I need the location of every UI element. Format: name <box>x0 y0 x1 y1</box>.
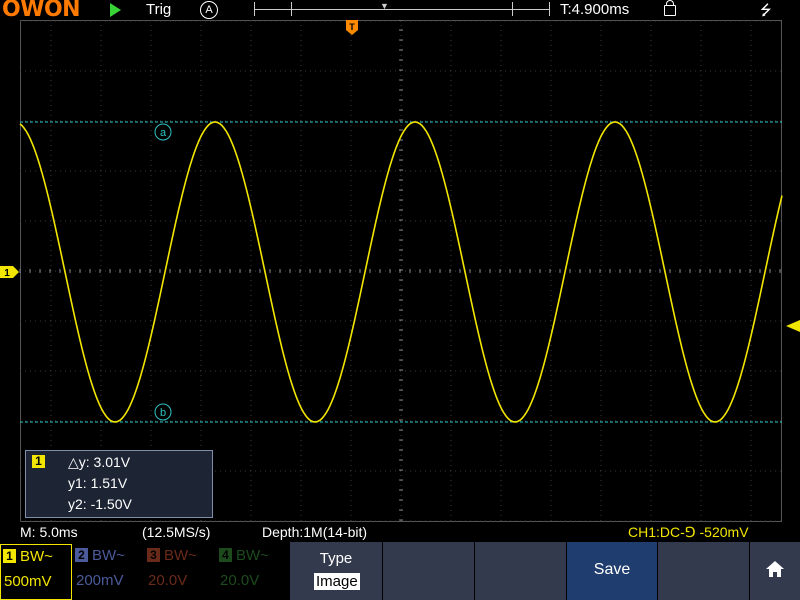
channel-3-button[interactable]: 3 BW~ 20.0V <box>145 544 215 598</box>
time-offset-readout: T:4.900ms <box>560 1 630 18</box>
trigger-marker-icon: T <box>346 20 358 35</box>
status-line: M: 5.0ms (12.5MS/s) Depth:1M(14-bit) CH1… <box>0 524 800 542</box>
cursor-b-label: b <box>160 407 166 419</box>
bottom-menu: 1 BW~ 500mV 2 BW~ 200mV 3 BW~ 20.0V 4 BW… <box>0 542 800 600</box>
volts-per-div: 20.0V <box>220 572 260 589</box>
save-button[interactable]: Save <box>566 542 657 600</box>
home-button[interactable] <box>749 542 800 600</box>
volts-per-div: 200mV <box>76 572 124 589</box>
lock-icon <box>664 0 676 16</box>
channel-number: 1 <box>3 549 16 563</box>
channel-4-button[interactable]: 4 BW~ 20.0V <box>217 544 287 598</box>
volts-per-div: 500mV <box>4 573 52 590</box>
empty-softkey-3[interactable] <box>657 542 749 600</box>
ch1-offset-marker-icon: 1 <box>0 266 19 279</box>
trigger-level-marker-icon <box>786 320 800 332</box>
timebase-readout: M: 5.0ms <box>20 524 78 540</box>
trigger-status-label: Trig <box>146 1 172 18</box>
type-value: Image <box>314 573 360 590</box>
sample-rate-readout: (12.5MS/s) <box>142 524 211 540</box>
delta-y-readout: △y: 3.01V <box>68 454 131 470</box>
y1-readout: y1: 1.51V <box>68 475 128 491</box>
waveform-display[interactable]: a b T 1 <box>0 20 800 522</box>
bandwidth-label: BW~ <box>164 547 197 564</box>
channel-number: 3 <box>147 548 160 562</box>
memory-depth-readout: Depth:1M(14-bit) <box>262 524 368 540</box>
type-label: Type <box>319 550 353 567</box>
channel-1-button[interactable]: 1 BW~ 500mV <box>0 544 72 600</box>
empty-softkey-2[interactable] <box>474 542 566 600</box>
play-icon <box>110 3 121 17</box>
bandwidth-label: BW~ <box>20 548 53 565</box>
type-softkey[interactable]: Type Image <box>289 542 382 600</box>
save-label: Save <box>593 561 631 578</box>
trigger-position-marker-icon: ▼ <box>380 1 389 11</box>
auto-trigger-icon: A <box>200 1 218 19</box>
bandwidth-label: BW~ <box>236 547 269 564</box>
channel-number: 2 <box>75 548 88 562</box>
y2-readout: y2: -1.50V <box>68 496 132 512</box>
trigger-info-readout: CH1:DC-⅁ -520mV <box>628 524 749 540</box>
svg-text:T: T <box>349 22 355 32</box>
volts-per-div: 20.0V <box>148 572 188 589</box>
svg-text:1: 1 <box>4 268 10 279</box>
cursor-measurement-panel: 1 △y: 3.01V y1: 1.51V y2: -1.50V <box>25 450 213 518</box>
cursor-a-label: a <box>160 127 167 139</box>
channel-badge: 1 <box>32 455 45 468</box>
empty-softkey-1[interactable] <box>382 542 474 600</box>
channel-2-button[interactable]: 2 BW~ 200mV <box>73 544 143 598</box>
bandwidth-label: BW~ <box>92 547 125 564</box>
channel-number: 4 <box>219 548 232 562</box>
home-icon <box>766 561 784 577</box>
top-status-bar: OWON Trig A ▼ T:4.900ms ⭍ <box>0 0 800 22</box>
memory-position-bar: ▼ <box>254 1 550 16</box>
ch1-waveform <box>19 121 783 423</box>
brand-logo: OWON <box>2 0 81 22</box>
